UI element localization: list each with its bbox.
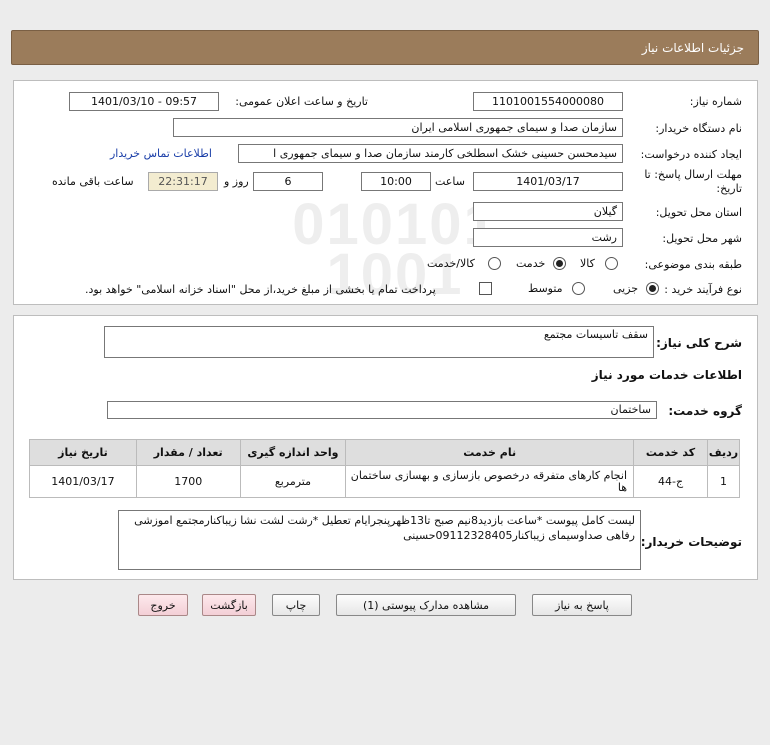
deadline-date-field: 1401/03/17: [473, 172, 623, 191]
print-button[interactable]: چاپ: [272, 594, 320, 616]
deadline-days-field: 6: [253, 172, 323, 191]
cell-need-date: 1401/03/17: [29, 465, 137, 498]
service-group-label: گروه خدمت:: [668, 404, 742, 418]
city-field: رشت: [473, 228, 623, 247]
page-header: جزئیات اطلاعات نیاز: [11, 30, 759, 65]
deadline-time-label: ساعت: [435, 175, 465, 188]
service-group-field: ساختمان: [107, 401, 657, 419]
purchase-partial-radio[interactable]: [646, 282, 659, 295]
buyer-notes-field: لیست کامل پیوست *ساعت بازدید8نیم صبح تا1…: [118, 510, 641, 570]
category-goods-radio[interactable]: [605, 257, 618, 270]
announce-label: تاریخ و ساعت اعلان عمومی:: [235, 95, 368, 108]
buyer-org-field: سازمان صدا و سیمای جمهوری اسلامی ایران: [173, 118, 623, 137]
services-heading: اطلاعات خدمات مورد نیاز: [591, 368, 742, 382]
days-label: روز و: [224, 175, 249, 188]
cell-row-no: 1: [707, 465, 740, 498]
remaining-time-field: 22:31:17: [148, 172, 218, 191]
summary-field: سقف تاسیسات مجتمع: [104, 326, 654, 358]
requester-label: ایجاد کننده درخواست:: [640, 148, 742, 161]
category-service-radio[interactable]: [553, 257, 566, 270]
cell-service-name: انجام کارهای متفرقه درخصوص بازسازی و بهس…: [345, 465, 635, 498]
category-both-label: کالا/خدمت: [427, 257, 475, 270]
purchase-partial-label: جزیی: [613, 282, 639, 295]
summary-label: شرح کلی نیاز:: [656, 336, 742, 350]
exit-button[interactable]: خروج: [138, 594, 188, 616]
purchase-medium-label: متوسط: [528, 282, 563, 295]
cell-quantity: 1700: [135, 465, 241, 498]
buyer-notes-label: توضیحات خریدار:: [640, 535, 742, 549]
treasury-payment-checkbox[interactable]: [479, 282, 492, 295]
deadline-time-field: 10:00: [361, 172, 431, 191]
back-button[interactable]: بازگشت: [202, 594, 256, 616]
table-header-quantity: تعداد / مقدار: [135, 439, 241, 466]
page-title: جزئیات اطلاعات نیاز: [641, 40, 744, 55]
announce-field: 1401/03/10 - 09:57: [69, 92, 219, 111]
need-number-field: 1101001554000080: [473, 92, 623, 111]
table-header-need-date: تاریخ نیاز: [29, 439, 137, 466]
need-number-label: شماره نیاز:: [689, 95, 742, 108]
contact-buyer-link[interactable]: اطلاعات تماس خریدار: [110, 147, 212, 160]
category-both-radio[interactable]: [488, 257, 501, 270]
reply-button[interactable]: پاسخ به نیاز: [532, 594, 632, 616]
view-attachments-button[interactable]: مشاهده مدارک پیوستی (1): [336, 594, 516, 616]
cell-unit: مترمربع: [239, 465, 347, 498]
cell-service-code: ج-44: [633, 465, 709, 498]
city-label: شهر محل تحویل:: [662, 232, 742, 245]
category-service-label: خدمت: [516, 257, 546, 270]
table-header-unit: واحد اندازه گیری: [239, 439, 347, 466]
category-label: طبقه بندی موضوعی:: [644, 258, 742, 271]
table-header-service-name: نام خدمت: [345, 439, 635, 466]
requester-field: سیدمحسن حسینی خشک اسطلخی کارمند سازمان ص…: [238, 144, 623, 163]
province-field: گیلان: [473, 202, 623, 221]
province-label: استان محل تحویل:: [655, 206, 742, 219]
treasury-payment-note: پرداخت تمام یا بخشی از مبلغ خرید،از محل …: [85, 283, 436, 296]
purchase-type-label: نوع فرآیند خرید :: [664, 283, 742, 296]
services-table: ردیف کد خدمت نام خدمت واحد اندازه گیری ت…: [29, 439, 740, 498]
purchase-medium-radio[interactable]: [572, 282, 585, 295]
deadline-label: مهلت ارسال پاسخ: تا تاریخ:: [644, 168, 742, 195]
table-header-row-no: ردیف: [707, 439, 740, 466]
remaining-label: ساعت باقی مانده: [52, 175, 134, 188]
table-header-service-code: کد خدمت: [633, 439, 709, 466]
buyer-org-label: نام دستگاه خریدار:: [655, 122, 742, 135]
category-goods-label: کالا: [580, 257, 595, 270]
table-row: 1 ج-44 انجام کارهای متفرقه درخصوص بازساز…: [29, 465, 740, 498]
